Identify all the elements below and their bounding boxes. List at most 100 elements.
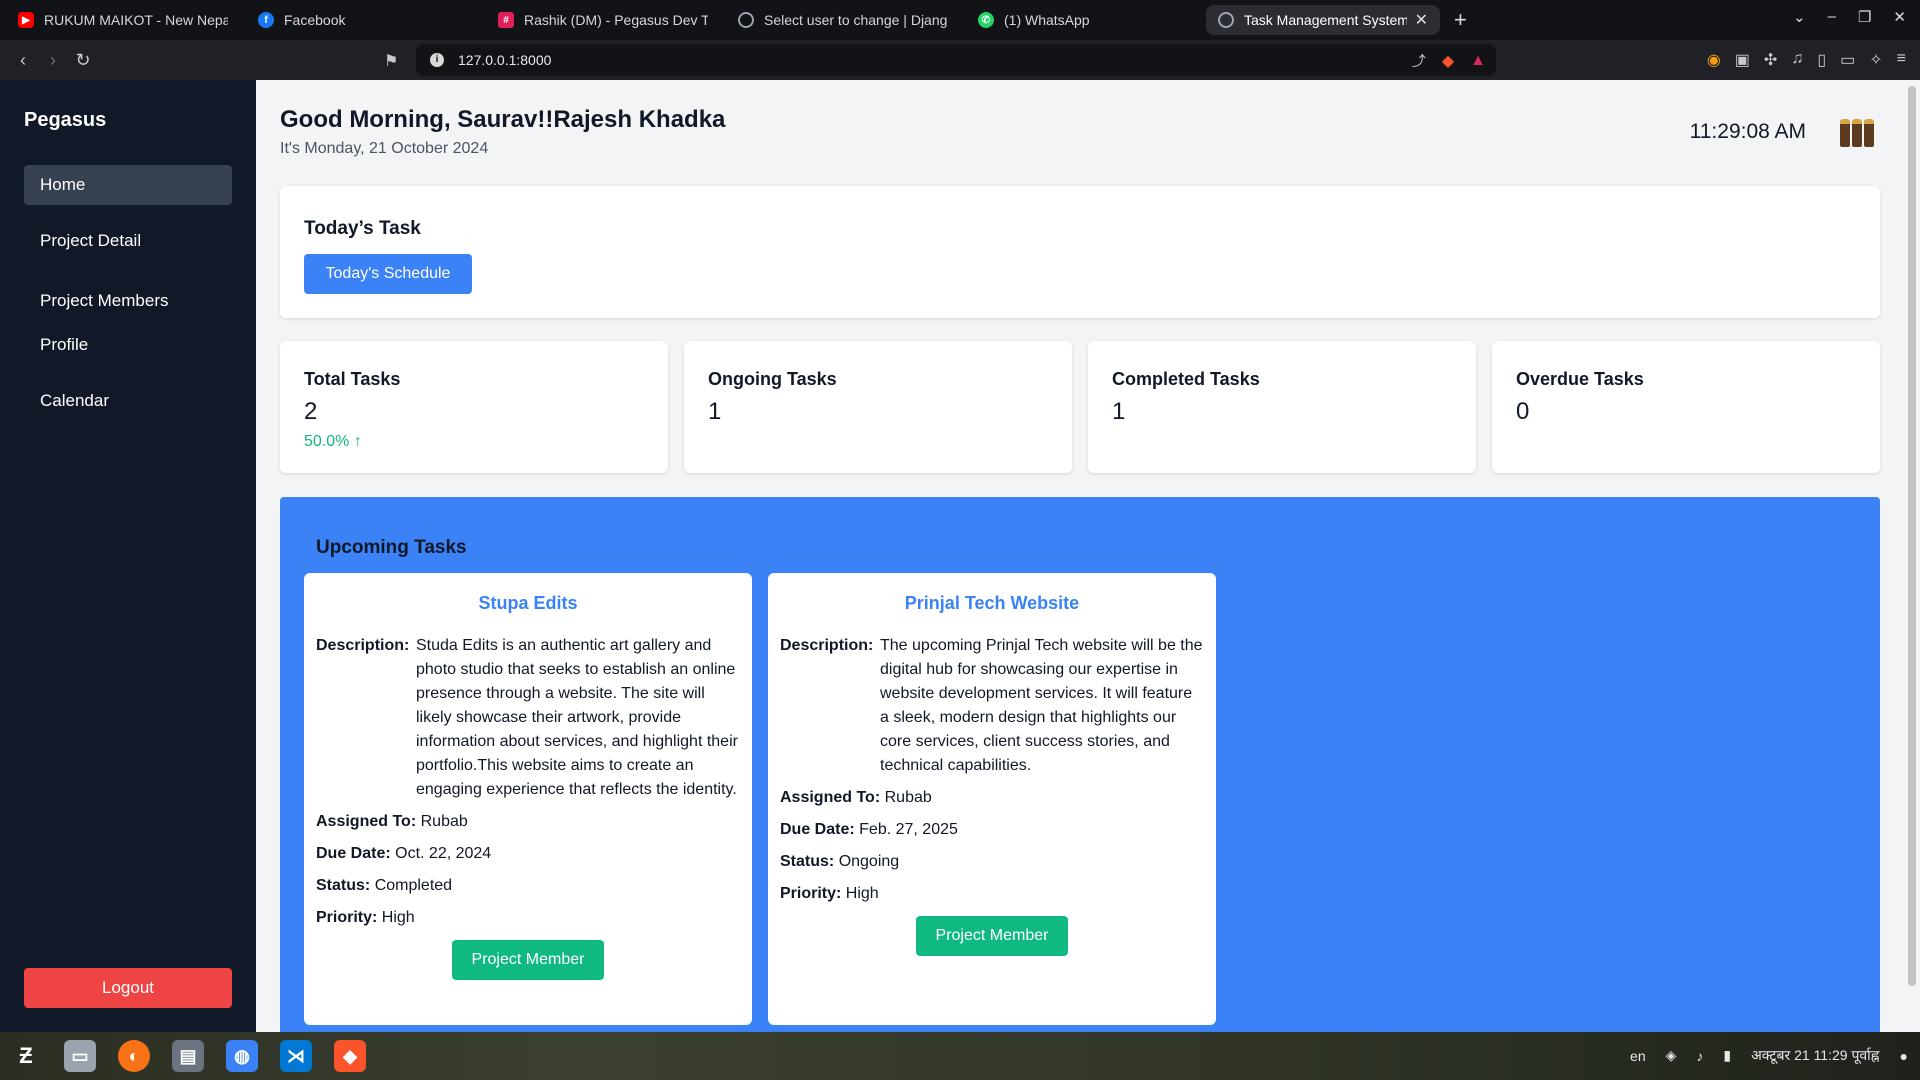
extension-icon[interactable]: ◉ [1707,50,1721,70]
menu-icon[interactable]: ≡ [1897,50,1906,70]
stat-card-overdue: Overdue Tasks 0 [1492,341,1880,473]
status-label: Status: [780,853,835,870]
wallet-icon[interactable]: ▭ [1840,50,1855,70]
assigned-label: Assigned To: [316,813,417,830]
sidebar-item-project-detail[interactable]: Project Detail [24,221,232,261]
due-label: Due Date: [780,821,855,838]
bookmark-icon[interactable]: ⚑ [384,51,398,71]
sidebar-item-project-members[interactable]: Project Members [24,281,232,321]
os-taskbar: Ƶ ▭ ◐ ▤ ◍ ⋊ ◆ en ◈ ♪ ▮ अक्टूबर 21 11:29 … [0,1032,1920,1080]
priority-row: Priority: High [780,882,1204,906]
files-icon[interactable]: ▤ [172,1040,204,1072]
puzzle-icon[interactable]: ✣ [1764,50,1777,70]
project-member-button[interactable]: Project Member [452,940,604,980]
leo-icon[interactable]: ✧ [1869,50,1882,70]
volume-icon[interactable]: ♪ [1696,1048,1703,1064]
browser-tab[interactable]: f Facebook [246,5,480,35]
date-text: It's Monday, 21 October 2024 [280,140,489,157]
description-text: Studa Edits is an authentic art gallery … [416,637,738,798]
tab-title: Select user to change | Django [764,12,948,28]
sidebar-item-profile[interactable]: Profile [24,325,232,365]
sidebar-item-home[interactable]: Home [24,165,232,205]
minimize-icon[interactable]: – [1828,8,1836,26]
workspaces-icon[interactable]: ▭ [64,1040,96,1072]
assigned-row: Assigned To: Rubab [316,810,740,834]
address-bar[interactable]: i 127.0.0.1:8000 ⤴ ◆ ▲ [416,44,1496,76]
youtube-icon: ▶ [18,12,34,28]
tab-title: RUKUM MAIKOT - New Nepali [44,12,228,28]
task-title[interactable]: Prinjal Tech Website [768,593,1216,614]
browser-tab[interactable]: ▶ RUKUM MAIKOT - New Nepali [6,5,240,35]
chevron-down-icon[interactable]: ⌄ [1793,8,1806,26]
stat-card-total: Total Tasks 2 50.0% ↑ [280,341,668,473]
browser-tab-active[interactable]: Task Management System ✕ [1206,5,1440,35]
stat-value: 0 [1516,398,1530,425]
upcoming-tasks-title: Upcoming Tasks [316,537,467,558]
browser-tabbar: ▶ RUKUM MAIKOT - New Nepali f Facebook #… [0,0,1920,40]
browser-tab[interactable]: Select user to change | Django [726,5,960,35]
description-text: The upcoming Prinjal Tech website will b… [880,637,1203,774]
brave-icon[interactable]: ◆ [334,1040,366,1072]
music-icon[interactable]: ♫ [1791,50,1803,70]
upcoming-tasks-panel: Upcoming Tasks Stupa Edits Description: … [280,497,1880,1032]
sidebar-item-calendar[interactable]: Calendar [24,381,232,421]
taskbar-clock[interactable]: अक्टूबर 21 11:29 पूर्वाह्न [1751,1046,1879,1065]
extension-icons: ◉ ▣ ✣ ♫ ▯ ▭ ✧ ≡ [1707,50,1906,70]
browser-tab[interactable]: # Rashik (DM) - Pegasus Dev Te [486,5,720,35]
notification-dot-icon[interactable]: ● [1900,1048,1908,1064]
language-indicator[interactable]: en [1630,1048,1646,1064]
status-value: Completed [374,877,453,894]
wifi-icon[interactable]: ◈ [1666,1047,1677,1064]
priority-label: Priority: [780,885,842,902]
tab-title: Facebook [284,12,346,28]
new-tab-icon[interactable]: + [1454,7,1467,33]
page-scrollbar[interactable] [1908,86,1916,986]
app-viewport: Pegasus Home Project Detail Project Memb… [0,80,1920,1032]
tab-icon[interactable]: ▣ [1735,50,1750,70]
task-description: Description: Studa Edits is an authentic… [316,634,740,802]
omnibox-actions: ⤴ ◆ ▲ [1412,51,1486,71]
status-row: Status: Completed [316,874,740,898]
globe-icon [1218,12,1234,28]
browser-tab[interactable]: ✆ (1) WhatsApp [966,5,1200,35]
task-description: Description: The upcoming Prinjal Tech w… [780,634,1204,778]
priority-value: High [845,885,879,902]
sidebar-toggle-icon[interactable]: ▯ [1817,50,1826,70]
tab-title: Rashik (DM) - Pegasus Dev Te [524,12,708,28]
brave-rewards-icon[interactable]: ▲ [1470,52,1486,70]
maximize-icon[interactable]: ❐ [1858,8,1871,26]
firefox-icon[interactable]: ◐ [118,1040,150,1072]
share-icon[interactable]: ⤴ [1412,51,1426,71]
info-icon[interactable]: i [430,53,444,67]
tab-title: (1) WhatsApp [1004,12,1090,28]
description-label: Description: [316,637,410,654]
battery-icon[interactable]: ▮ [1723,1047,1731,1064]
task-title[interactable]: Stupa Edits [304,593,752,614]
vscode-icon[interactable]: ⋊ [280,1040,312,1072]
avatar[interactable] [1840,117,1876,147]
close-window-icon[interactable]: ✕ [1893,8,1906,26]
project-member-button[interactable]: Project Member [916,916,1068,956]
reload-icon[interactable]: ↻ [68,50,98,71]
due-value: Feb. 27, 2025 [859,821,958,838]
close-tab-icon[interactable]: ✕ [1415,10,1428,30]
stat-card-ongoing: Ongoing Tasks 1 [684,341,1072,473]
forward-icon[interactable]: › [38,50,68,71]
zorin-menu-icon[interactable]: Ƶ [10,1040,42,1072]
system-tray: en ◈ ♪ ▮ अक्टूबर 21 11:29 पूर्वाह्न ● [1630,1046,1908,1065]
todays-schedule-button[interactable]: Today's Schedule [304,254,472,294]
assigned-row: Assigned To: Rubab [780,786,1204,810]
due-row: Due Date: Oct. 22, 2024 [316,842,740,866]
brave-shields-icon[interactable]: ◆ [1442,51,1454,71]
assigned-value: Rubab [884,789,932,806]
logout-button[interactable]: Logout [24,968,232,1008]
due-value: Oct. 22, 2024 [395,845,492,862]
whatsapp-icon: ✆ [978,12,994,28]
clock-text: 11:29:08 AM [1689,120,1806,143]
due-row: Due Date: Feb. 27, 2025 [780,818,1204,842]
sidebar: Pegasus Home Project Detail Project Memb… [0,80,256,1032]
stat-label: Ongoing Tasks [708,369,837,389]
back-icon[interactable]: ‹ [8,50,38,71]
browser-toolbar: ‹ › ↻ ⚑ i 127.0.0.1:8000 ⤴ ◆ ▲ ◉ ▣ ✣ ♫ ▯… [0,40,1920,80]
software-store-icon[interactable]: ◍ [226,1040,258,1072]
